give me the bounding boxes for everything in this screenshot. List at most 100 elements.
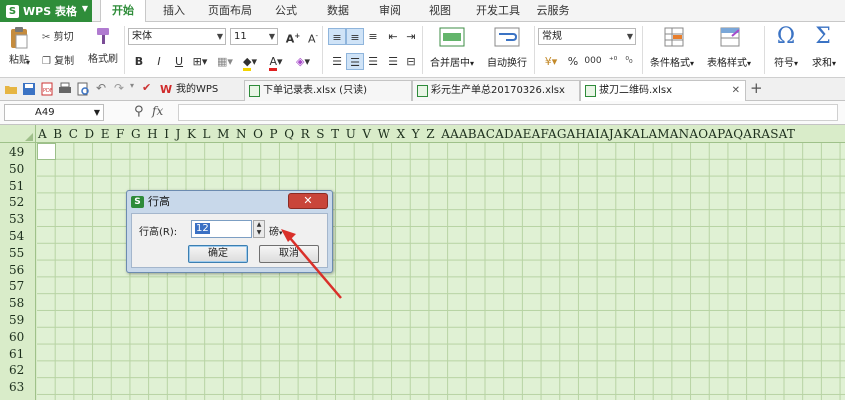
tab-data[interactable]: 数据 <box>318 0 358 22</box>
omega-icon[interactable]: Ω <box>772 24 800 49</box>
add-tab-button[interactable]: + <box>750 79 766 97</box>
fill-color-button[interactable]: ◆▾ <box>238 53 262 71</box>
clear-format-button[interactable]: ◈▾ <box>292 53 314 70</box>
font-name-select[interactable]: 宋体 ▼ <box>128 28 226 45</box>
tab-order-records[interactable]: 下单记录表.xlsx (只读) <box>244 80 412 101</box>
align-right-button[interactable]: ☰ <box>364 53 382 70</box>
justify-button[interactable]: ☰ <box>384 53 402 70</box>
column-header-S[interactable]: S <box>316 127 324 141</box>
column-header-AA[interactable]: AA <box>441 127 459 141</box>
align-bottom-button[interactable]: ≡ <box>364 28 382 45</box>
tab-cloud[interactable]: 云服务 <box>530 0 576 22</box>
column-header-AD[interactable]: AD <box>495 127 514 141</box>
zoom-icon[interactable]: ⚲ <box>134 104 144 119</box>
row-header-49[interactable]: 49 <box>0 144 36 161</box>
align-left-button[interactable]: ☰ <box>328 53 346 70</box>
column-header-AC[interactable]: AC <box>477 127 495 141</box>
row-header-55[interactable]: 55 <box>0 245 36 262</box>
tab-production-summary[interactable]: 彩元生产单总20170326.xlsx <box>412 80 580 101</box>
column-header-AF[interactable]: AF <box>532 127 548 141</box>
column-header-AI[interactable]: AI <box>586 127 600 141</box>
row-header-62[interactable]: 62 <box>0 362 36 379</box>
active-cell[interactable] <box>37 143 56 160</box>
function-icon[interactable]: fx <box>152 104 163 118</box>
tab-home[interactable]: 开始 <box>100 0 146 23</box>
column-header-K[interactable]: K <box>187 127 196 141</box>
percent-button[interactable]: % <box>564 53 582 70</box>
wrap-text-button[interactable] <box>486 26 528 48</box>
column-header-U[interactable]: U <box>346 127 356 141</box>
number-format-select[interactable]: 常规 ▼ <box>538 28 636 45</box>
tab-insert[interactable]: 插入 <box>152 0 196 22</box>
decrease-font-icon[interactable]: A- <box>304 28 322 46</box>
tab-qr-code[interactable]: 拔刀二维码.xlsx ✕ <box>580 80 746 101</box>
column-header-AM[interactable]: AM <box>648 127 669 141</box>
bold-button[interactable]: B <box>130 53 148 70</box>
table-style-label[interactable]: 表格样式▾ <box>700 54 758 69</box>
font-size-select[interactable]: 11 ▼ <box>230 28 278 45</box>
cancel-button[interactable]: 取消 <box>259 245 319 263</box>
column-header-AH[interactable]: AH <box>567 127 587 141</box>
increase-font-icon[interactable]: A+ <box>284 28 302 46</box>
save-icon[interactable] <box>22 82 36 96</box>
conditional-format-label[interactable]: 条件格式▾ <box>644 54 700 69</box>
pdf-export-icon[interactable]: PDF <box>40 82 54 96</box>
column-header-J[interactable]: J <box>176 127 181 141</box>
column-header-AK[interactable]: AK <box>614 127 632 141</box>
tab-review[interactable]: 审阅 <box>370 0 410 22</box>
row-header-51[interactable]: 51 <box>0 178 36 195</box>
name-box[interactable]: A49 ▼ <box>4 104 104 121</box>
table-style-button[interactable] <box>706 26 754 48</box>
column-header-AR[interactable]: AR <box>743 127 761 141</box>
thousands-button[interactable]: 000 <box>582 53 604 70</box>
column-header-X[interactable]: X <box>397 127 406 141</box>
column-header-W[interactable]: W <box>378 127 391 141</box>
row-header-60[interactable]: 60 <box>0 329 36 346</box>
column-header-AG[interactable]: AG <box>548 127 567 141</box>
formula-input[interactable] <box>178 104 838 121</box>
column-header-AE[interactable]: AE <box>514 127 532 141</box>
merge-style-button[interactable]: ▦▾ <box>214 53 236 70</box>
increase-decimal-icon[interactable]: ⁺⁰ <box>606 53 620 70</box>
format-painter-button[interactable]: 格式刷 <box>86 26 120 65</box>
row-header-59[interactable]: 59 <box>0 312 36 329</box>
paste-dropdown-icon[interactable]: ▾ <box>26 58 30 67</box>
column-header-T[interactable]: T <box>331 127 339 141</box>
column-header-F[interactable]: F <box>116 127 125 141</box>
copy-button[interactable]: ❐ 复制 <box>42 52 74 67</box>
column-header-AL[interactable]: AL <box>631 127 648 141</box>
italic-button[interactable]: I <box>150 53 168 70</box>
column-header-AS[interactable]: AS <box>761 127 778 141</box>
cut-button[interactable]: ✂ 剪切 <box>42 28 74 43</box>
close-button[interactable]: ✕ <box>288 193 328 209</box>
underline-button[interactable]: U <box>170 53 188 70</box>
tab-page-layout[interactable]: 页面布局 <box>200 0 260 22</box>
row-header-52[interactable]: 52 <box>0 194 36 211</box>
sigma-icon[interactable]: Σ <box>810 24 836 49</box>
align-top-button[interactable]: ≡ <box>328 28 346 45</box>
column-header-G[interactable]: G <box>131 127 141 141</box>
column-header-AQ[interactable]: AQ <box>724 127 743 141</box>
column-header-I[interactable]: I <box>164 127 169 141</box>
select-all-corner[interactable] <box>0 125 36 143</box>
row-header-50[interactable]: 50 <box>0 161 36 178</box>
row-header-63[interactable]: 63 <box>0 379 36 396</box>
unit-dropdown[interactable]: 磅▾ <box>269 223 283 238</box>
font-color-button[interactable]: A▾ <box>264 53 288 71</box>
column-header-Z[interactable]: Z <box>426 127 435 141</box>
print-preview-icon[interactable] <box>76 82 90 96</box>
row-header-57[interactable]: 57 <box>0 278 36 295</box>
undo-icon[interactable]: ↶ <box>96 81 110 95</box>
currency-button[interactable]: ¥▾ <box>540 53 562 70</box>
column-header-N[interactable]: N <box>236 127 247 141</box>
close-icon[interactable]: ✕ <box>732 81 740 100</box>
ok-button[interactable]: 确定 <box>188 245 248 263</box>
column-header-Q[interactable]: Q <box>284 127 294 141</box>
row-header-54[interactable]: 54 <box>0 228 36 245</box>
symbol-label[interactable]: 符号▾ <box>768 54 804 69</box>
column-headers[interactable]: A B C D E F G H I J K L M N O P Q R S T U V W X Y Z AAABACADAEAFAG… <box>36 125 795 143</box>
column-header-E[interactable]: E <box>101 127 110 141</box>
spinner-buttons[interactable]: ▲ ▼ <box>253 220 265 238</box>
tab-formula[interactable]: 公式 <box>266 0 306 22</box>
column-header-M[interactable]: M <box>217 127 230 141</box>
